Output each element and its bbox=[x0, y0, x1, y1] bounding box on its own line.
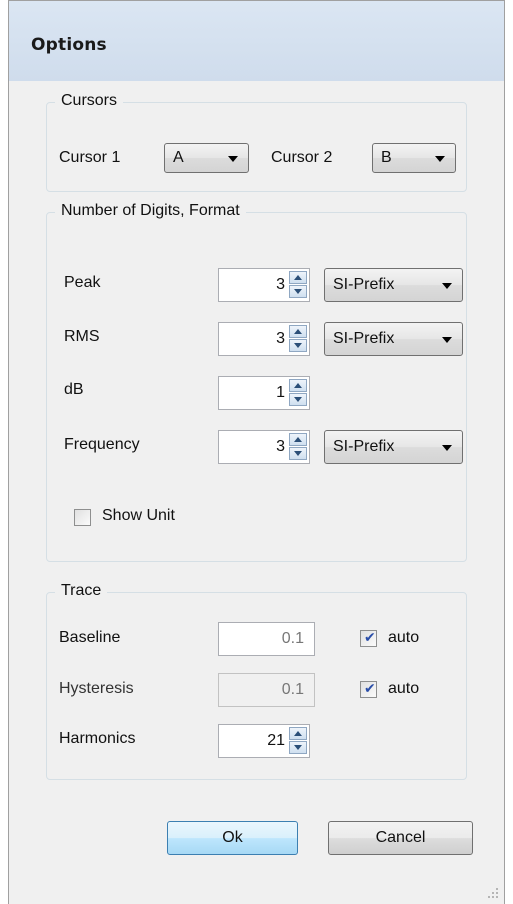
harmonics-value: 21 bbox=[267, 732, 285, 749]
spin-down-icon[interactable] bbox=[289, 447, 307, 460]
frequency-digits-value: 3 bbox=[276, 438, 285, 455]
chevron-down-icon bbox=[228, 156, 238, 162]
rms-format-dropdown[interactable]: SI-Prefix bbox=[324, 322, 463, 356]
spin-down-icon[interactable] bbox=[289, 393, 307, 406]
frequency-format-value: SI-Prefix bbox=[333, 438, 395, 455]
peak-label: Peak bbox=[64, 274, 101, 291]
hysteresis-auto-checkbox[interactable]: ✔ bbox=[360, 681, 377, 698]
hysteresis-label: Hysteresis bbox=[59, 680, 134, 697]
rms-digits-value: 3 bbox=[276, 330, 285, 347]
db-digits-value: 1 bbox=[276, 384, 285, 401]
check-icon: ✔ bbox=[364, 681, 376, 697]
cursors-group: Cursors Cursor 1 A Cursor 2 B bbox=[46, 92, 467, 192]
spin-down-icon[interactable] bbox=[289, 339, 307, 352]
db-label: dB bbox=[64, 381, 84, 398]
cursor1-dropdown[interactable]: A bbox=[164, 143, 249, 173]
digits-format-group: Number of Digits, Format Peak 3 SI-Prefi… bbox=[46, 202, 467, 562]
frequency-format-dropdown[interactable]: SI-Prefix bbox=[324, 430, 463, 464]
chevron-down-icon bbox=[442, 445, 452, 451]
digits-format-legend: Number of Digits, Format bbox=[55, 202, 246, 220]
spin-up-icon[interactable] bbox=[289, 325, 307, 338]
spin-up-icon[interactable] bbox=[289, 727, 307, 740]
cursor2-label: Cursor 2 bbox=[271, 149, 333, 166]
dialog-content: Cursors Cursor 1 A Cursor 2 B Number of … bbox=[9, 81, 504, 904]
baseline-value: 0.1 bbox=[281, 630, 304, 647]
peak-format-dropdown[interactable]: SI-Prefix bbox=[324, 268, 463, 302]
harmonics-spinner[interactable]: 21 bbox=[218, 724, 310, 758]
check-icon: ✔ bbox=[364, 630, 376, 646]
frequency-label: Frequency bbox=[64, 436, 140, 453]
options-dialog: Options Cursors Cursor 1 A Cursor 2 B Nu… bbox=[8, 0, 505, 904]
window-title: Options bbox=[31, 35, 107, 55]
trace-legend: Trace bbox=[55, 582, 108, 600]
spin-down-icon[interactable] bbox=[289, 285, 307, 298]
baseline-auto-checkbox[interactable]: ✔ bbox=[360, 630, 377, 647]
harmonics-label: Harmonics bbox=[59, 730, 136, 747]
cursor2-value: B bbox=[381, 149, 392, 166]
show-unit-checkbox[interactable] bbox=[74, 509, 91, 526]
chevron-down-icon bbox=[442, 283, 452, 289]
frequency-digits-spinner[interactable]: 3 bbox=[218, 430, 310, 464]
peak-digits-spinner[interactable]: 3 bbox=[218, 268, 310, 302]
rms-label: RMS bbox=[64, 328, 100, 345]
peak-format-value: SI-Prefix bbox=[333, 276, 395, 293]
rms-digits-spinner[interactable]: 3 bbox=[218, 322, 310, 356]
title-bar[interactable]: Options bbox=[9, 1, 504, 81]
ok-button[interactable]: Ok bbox=[167, 821, 298, 855]
hysteresis-value: 0.1 bbox=[281, 681, 304, 698]
rms-format-value: SI-Prefix bbox=[333, 330, 395, 347]
show-unit-label[interactable]: Show Unit bbox=[102, 507, 175, 525]
hysteresis-input[interactable]: 0.1 bbox=[218, 673, 315, 707]
spin-up-icon[interactable] bbox=[289, 271, 307, 284]
baseline-auto-label[interactable]: auto bbox=[388, 629, 419, 647]
cursor2-dropdown[interactable]: B bbox=[372, 143, 456, 173]
peak-digits-value: 3 bbox=[276, 276, 285, 293]
cursors-legend: Cursors bbox=[55, 92, 124, 110]
resize-grip[interactable] bbox=[486, 886, 498, 898]
db-digits-spinner[interactable]: 1 bbox=[218, 376, 310, 410]
chevron-down-icon bbox=[442, 337, 452, 343]
baseline-input[interactable]: 0.1 bbox=[218, 622, 315, 656]
chevron-down-icon bbox=[435, 156, 445, 162]
spin-up-icon[interactable] bbox=[289, 433, 307, 446]
cancel-button[interactable]: Cancel bbox=[328, 821, 473, 855]
spin-down-icon[interactable] bbox=[289, 741, 307, 754]
spin-up-icon[interactable] bbox=[289, 379, 307, 392]
hysteresis-auto-label[interactable]: auto bbox=[388, 680, 419, 698]
trace-group: Trace Baseline 0.1 ✔ auto Hysteresis 0.1… bbox=[46, 582, 467, 780]
cursor1-value: A bbox=[173, 149, 184, 166]
baseline-label: Baseline bbox=[59, 629, 121, 646]
cursor1-label: Cursor 1 bbox=[59, 149, 121, 166]
